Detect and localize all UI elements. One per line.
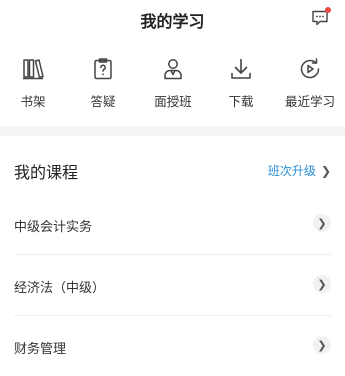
course-name: 财务管理 — [14, 342, 67, 357]
chevron-right-icon: ❯ — [313, 336, 331, 354]
unread-badge — [325, 7, 331, 13]
top-bar: 我的学习 — [0, 0, 345, 38]
page-title: 我的学习 — [140, 12, 205, 31]
quick-action-bookshelf[interactable]: 书架 — [0, 50, 68, 114]
chevron-right-icon: ❯ — [313, 214, 331, 232]
quick-action-download[interactable]: 下载 — [206, 50, 276, 114]
quick-action-recent[interactable]: 最近学习 — [275, 50, 345, 114]
course-row[interactable]: 经济法（中级） ❯ — [0, 255, 345, 315]
my-courses-header: 我的课程 班次升级 ❯ — [0, 156, 345, 184]
quick-action-qa[interactable]: 答疑 — [68, 50, 138, 114]
section-separator — [0, 126, 345, 136]
class-upgrade-label: 班次升级 — [267, 164, 316, 178]
recent-play-icon — [300, 58, 320, 79]
section-title: 我的课程 — [14, 163, 79, 182]
quick-action-label: 书架 — [20, 94, 46, 109]
question-clipboard-icon — [94, 58, 112, 80]
course-row[interactable]: 中级会计实务 ❯ — [0, 194, 345, 254]
quick-action-classroom[interactable]: 面授班 — [138, 50, 208, 114]
class-upgrade-link[interactable]: 班次升级 ❯ — [268, 162, 331, 179]
download-icon — [231, 58, 251, 79]
bookshelf-icon — [23, 59, 44, 80]
course-row[interactable]: 财务管理 ❯ — [0, 316, 345, 376]
chevron-right-icon: ❯ — [313, 275, 331, 293]
course-name: 经济法（中级） — [14, 281, 106, 296]
quick-action-label: 最近学习 — [284, 94, 335, 109]
course-name: 中级会计实务 — [14, 220, 93, 235]
quick-actions: 书架 答疑 面授班 下载 最近学习 — [0, 50, 345, 118]
teacher-icon — [164, 59, 182, 80]
quick-action-label: 答疑 — [90, 94, 116, 109]
quick-action-label: 下载 — [228, 94, 254, 109]
chevron-right-icon: ❯ — [320, 164, 331, 178]
quick-action-label: 面授班 — [154, 94, 192, 109]
